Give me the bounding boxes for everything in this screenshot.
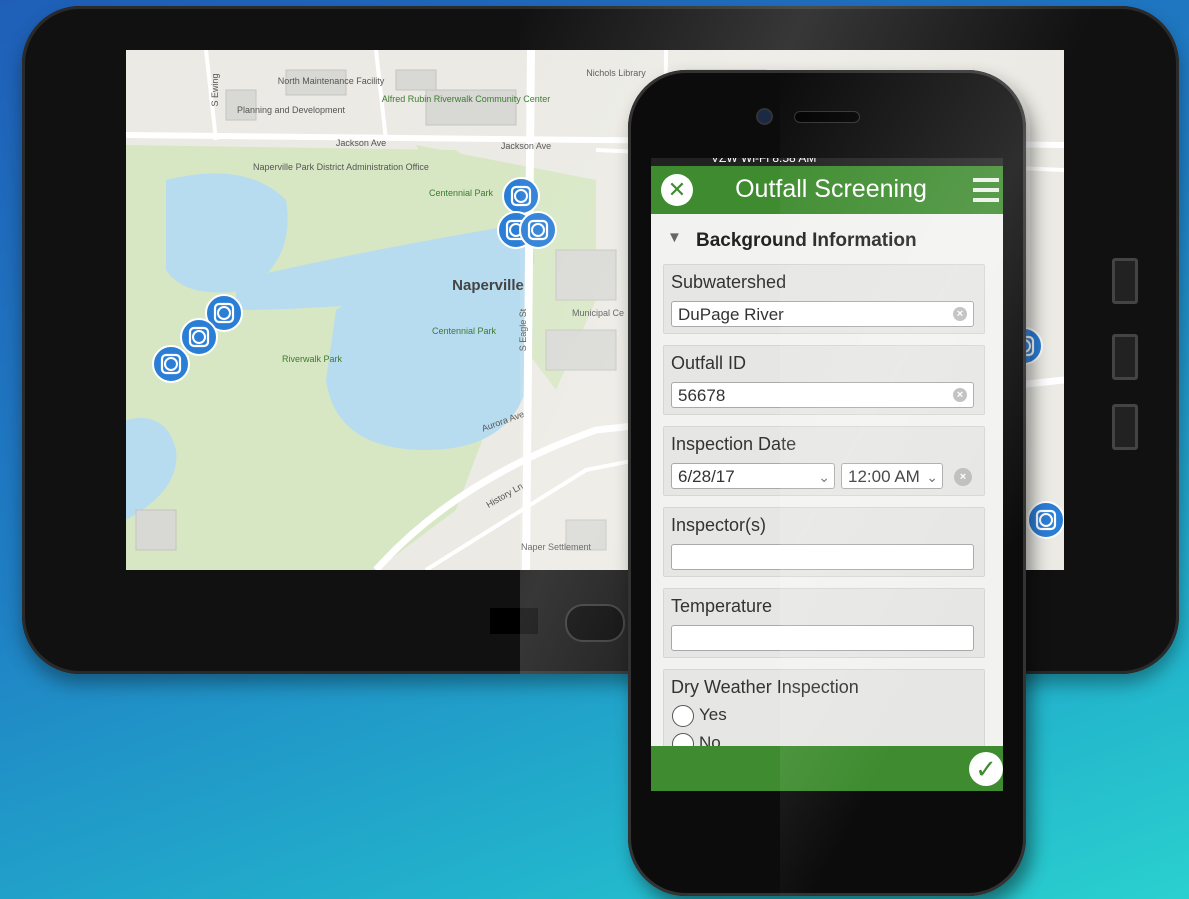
field-label: Inspection Date [671,434,797,454]
outfall-pin-icon[interactable] [1027,501,1064,539]
map-label: Jackson Ave [336,138,386,148]
tablet-home-button[interactable] [565,604,625,642]
close-icon[interactable]: ✕ [661,174,693,206]
app-title: Outfall Screening [735,175,927,203]
outfall-pin-icon[interactable] [180,318,218,356]
map-label: Naper Settlement [521,542,592,552]
map-label: Municipal Ce [572,308,624,318]
phone-screen: VZW Wi-Fi 8:58 AM ✕ Outfall Screening ▼ … [651,158,1003,791]
app-header: ✕ Outfall Screening [651,166,1003,214]
outfall-id-input[interactable]: 56678 × [671,382,974,408]
collapse-triangle-icon[interactable]: ▼ [667,229,682,246]
map-label: North Maintenance Facility [278,76,385,86]
map-label: Nichols Library [586,68,646,78]
tablet-side-button[interactable] [1112,404,1138,450]
inspection-date-card: Inspection Date 6/28/17 ⌄ 12:00 AM ⌄ × [663,426,985,496]
time-picker[interactable]: 12:00 AM ⌄ [841,463,943,489]
clear-icon[interactable]: × [953,388,967,402]
map-label: Jackson Ave [501,141,551,151]
chevron-down-icon: ⌄ [818,469,830,485]
tablet-side-button[interactable] [1112,258,1138,304]
section-title: Background Information [696,230,917,251]
building [545,329,617,371]
map-label: S Eagle St [518,308,528,351]
temperature-input[interactable] [671,625,974,651]
outfall-id-card: Outfall ID 56678 × [663,345,985,415]
radio-yes[interactable] [672,705,694,727]
hamburger-menu-icon[interactable] [973,178,999,202]
clear-icon[interactable]: × [954,468,972,486]
tablet-side-button[interactable] [1112,334,1138,380]
outfall-pin-icon[interactable] [152,345,190,383]
building [135,509,177,551]
field-label: Outfall ID [671,353,747,373]
map-label: Centennial Park [432,326,497,336]
check-icon[interactable]: ✓ [969,752,1003,786]
field-label: Subwatershed [671,272,787,292]
subwatershed-input[interactable]: DuPage River × [671,301,974,327]
app-footer: ✓ [651,746,1003,791]
map-label: Naperville Park District Administration … [253,162,429,172]
date-value: 6/28/17 [678,467,735,486]
status-text: VZW Wi-Fi 8:58 AM [711,158,817,165]
map-label: S Ewing [210,73,220,106]
time-value: 12:00 AM [848,467,920,486]
field-label: Dry Weather Inspection [671,677,859,697]
outfall-pin-icon[interactable] [519,211,557,249]
input-value: 56678 [678,386,726,405]
radio-label: Yes [699,705,727,724]
status-bar: VZW Wi-Fi 8:58 AM [651,158,1003,166]
inspectors-card: Inspector(s) [663,507,985,577]
tablet-camera [490,608,538,634]
temperature-card: Temperature [663,588,985,658]
map-label: Alfred Rubin Riverwalk Community Center [382,94,551,104]
inspectors-input[interactable] [671,544,974,570]
city-label: Naperville [452,277,524,294]
date-picker[interactable]: 6/28/17 ⌄ [671,463,835,489]
field-label: Inspector(s) [671,515,767,535]
section-header[interactable]: ▼ Background Information [651,224,1003,256]
phone-camera [756,108,773,125]
phone-speaker [794,111,860,123]
outfall-pin-icon[interactable] [502,177,540,215]
field-label: Temperature [671,596,773,616]
map-label: Planning and Development [237,105,346,115]
map-label: Riverwalk Park [282,354,343,364]
clear-icon[interactable]: × [953,307,967,321]
building [555,249,617,301]
input-value: DuPage River [678,305,784,324]
subwatershed-card: Subwatershed DuPage River × [663,264,985,334]
map-label: Centennial Park [429,188,494,198]
chevron-down-icon: ⌄ [926,469,938,485]
building [395,69,437,91]
